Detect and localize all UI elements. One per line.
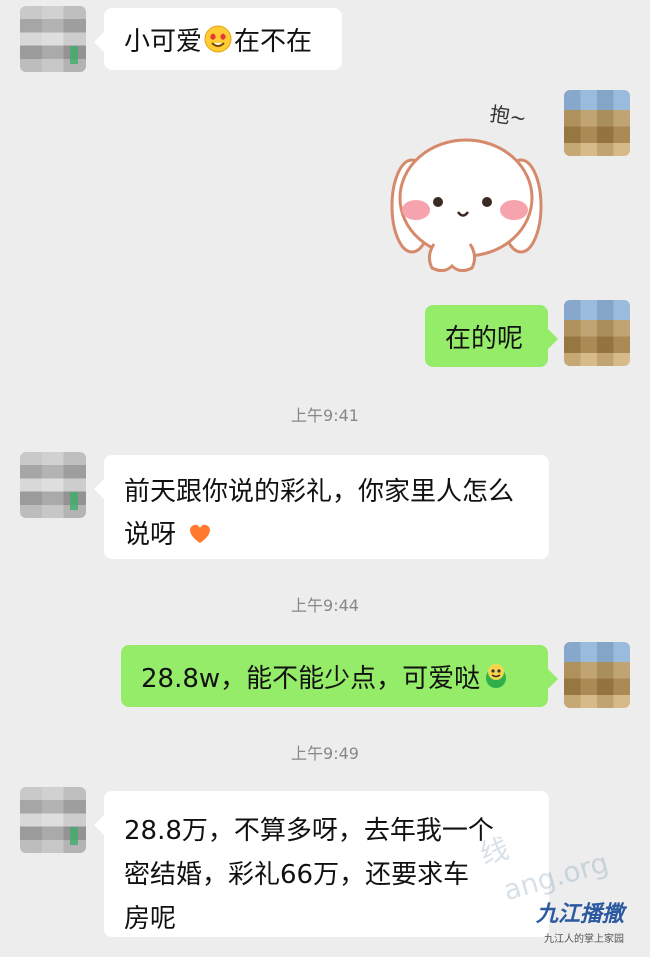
message-bubble[interactable]: 在的呢 xyxy=(425,305,558,367)
message-text: 在的呢 xyxy=(445,323,524,354)
timestamp: 上午9:41 xyxy=(291,406,359,425)
message-text: 前天跟你说的彩礼，你家里人怎么 xyxy=(124,477,515,507)
timestamp: 上午9:44 xyxy=(291,596,359,615)
bunny-sticker[interactable]: 抱~ xyxy=(374,86,560,280)
timestamp: 上午9:49 xyxy=(291,744,359,763)
message-text: 28.8w，能不能少点，可爱哒 xyxy=(141,663,481,694)
brand-subtitle: 九江人的掌上家园 xyxy=(544,934,624,945)
green-frog-emoji-icon xyxy=(482,662,510,690)
my-avatar[interactable] xyxy=(564,90,630,156)
message-text: 密结婚，彩礼66万，还要求车 xyxy=(124,860,470,890)
message-line: 说呀 xyxy=(124,514,529,551)
my-avatar[interactable] xyxy=(564,642,630,708)
message-text: 在不在 xyxy=(234,26,313,57)
message-bubble[interactable]: 28.8万，不算多呀，去年我一个 密结婚，彩礼66万，还要求车 房呢 xyxy=(94,791,549,937)
message-text: 说呀 xyxy=(124,520,177,550)
friend-avatar[interactable] xyxy=(20,6,86,72)
brand-title: 九江播撒 xyxy=(535,901,624,927)
my-avatar[interactable] xyxy=(564,300,630,366)
message-text: 小可爱 xyxy=(124,26,203,57)
message-bubble[interactable]: 28.8w，能不能少点，可爱哒 xyxy=(121,645,558,707)
friend-avatar[interactable] xyxy=(20,452,86,518)
heart-eyes-emoji-icon xyxy=(204,25,232,53)
message-text: 房呢 xyxy=(124,904,177,934)
sticker-text: 抱~ xyxy=(488,101,529,131)
orange-heart-emoji-icon xyxy=(186,519,214,547)
brand-logo: 九江播撒 九江人的掌上家园 xyxy=(536,896,624,945)
message-bubble[interactable]: 小可爱 在不在 xyxy=(94,8,342,70)
friend-avatar[interactable] xyxy=(20,787,86,853)
message-bubble[interactable]: 前天跟你说的彩礼，你家里人怎么 说呀 xyxy=(94,455,549,559)
message-text: 28.8万，不算多呀，去年我一个 xyxy=(124,816,494,846)
